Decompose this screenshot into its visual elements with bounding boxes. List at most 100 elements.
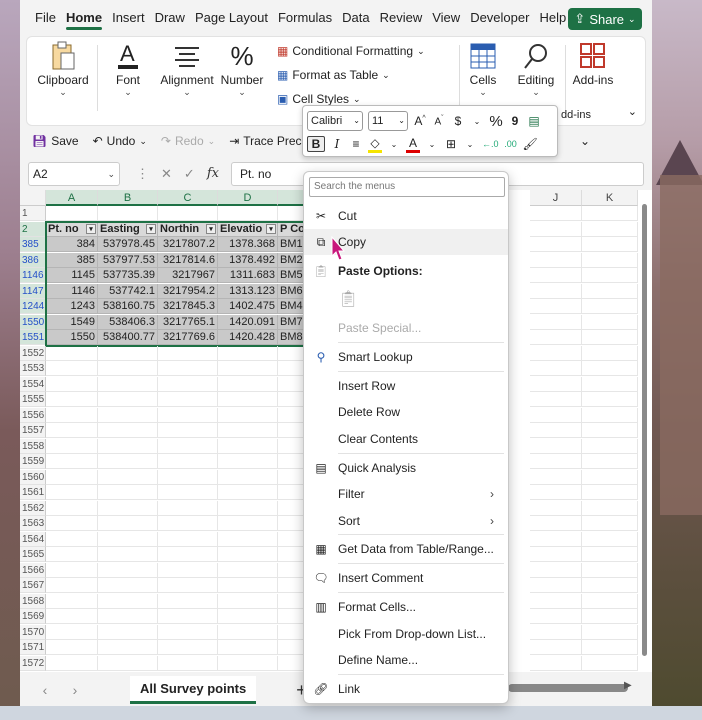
currency-format-icon[interactable]: $ [451, 114, 465, 128]
column-header-d[interactable]: D [218, 190, 278, 206]
table-cell[interactable] [98, 206, 158, 221]
table-cell[interactable] [218, 516, 278, 531]
table-cell[interactable] [218, 500, 278, 516]
table-cell[interactable]: 1378.492 [218, 252, 278, 268]
menu-item-format-cells[interactable]: ▥ Format Cells... [304, 594, 508, 620]
table-cell[interactable] [98, 609, 158, 624]
table-cell[interactable] [218, 547, 278, 562]
table-cell[interactable]: BM7 [278, 314, 304, 330]
table-cell[interactable] [278, 500, 304, 516]
table-cell[interactable] [582, 485, 638, 500]
filter-dropdown-icon[interactable]: ▾ [146, 223, 156, 234]
table-cell[interactable] [582, 221, 638, 237]
menu-item-insert-comment[interactable]: 🗨︎ Insert Comment [304, 565, 508, 591]
table-cell[interactable] [158, 531, 218, 547]
table-cell[interactable] [530, 221, 582, 237]
table-cell[interactable] [46, 562, 98, 578]
table-header-cell[interactable]: P Co [278, 221, 304, 237]
table-cell[interactable] [582, 361, 638, 376]
table-cell[interactable] [278, 438, 304, 454]
menu-item-cut[interactable]: ✂ Cut [304, 203, 508, 229]
chevron-right-icon[interactable]: › [60, 682, 90, 698]
table-cell[interactable] [46, 500, 98, 516]
table-cell[interactable] [218, 469, 278, 485]
table-cell[interactable] [218, 423, 278, 438]
borders-icon[interactable]: ⊞ [444, 137, 458, 151]
table-cell[interactable] [530, 345, 582, 361]
table-cell[interactable]: 385 [46, 252, 98, 268]
table-cell[interactable] [278, 454, 304, 469]
row-header[interactable]: 1563 [20, 516, 46, 531]
row-header[interactable]: 1555 [20, 392, 46, 407]
table-cell[interactable] [530, 361, 582, 376]
table-cell[interactable] [582, 376, 638, 392]
vertical-scrollbar[interactable] [640, 196, 648, 666]
row-header[interactable]: 1568 [20, 593, 46, 609]
tab-developer[interactable]: Developer [465, 0, 534, 36]
column-header-e[interactable] [278, 190, 304, 206]
tab-home[interactable]: Home [61, 0, 107, 36]
italic-button[interactable]: I [330, 137, 344, 151]
table-cell[interactable] [530, 268, 582, 283]
row-header[interactable]: 1244 [20, 299, 46, 314]
table-cell[interactable] [218, 454, 278, 469]
row-header[interactable]: 1556 [20, 407, 46, 423]
table-cell[interactable] [46, 485, 98, 500]
format-painter-icon[interactable]: 🖌︎ [523, 137, 538, 151]
table-cell[interactable]: 1313.123 [218, 283, 278, 299]
table-cell[interactable] [530, 485, 582, 500]
table-header-cell[interactable]: Elevatio ▾ [218, 221, 278, 237]
tab-draw[interactable]: Draw [150, 0, 190, 36]
row-header[interactable]: 1571 [20, 640, 46, 655]
align-center-icon[interactable]: ≡ [349, 137, 363, 151]
font-size-dropdown[interactable]: 11 ⌄ [368, 111, 408, 131]
table-cell[interactable] [530, 624, 582, 640]
table-cell[interactable]: BM6 [278, 283, 304, 299]
table-cell[interactable] [158, 407, 218, 423]
row-header[interactable]: 385 [20, 237, 46, 252]
table-cell[interactable]: 1243 [46, 299, 98, 314]
table-cell[interactable] [98, 578, 158, 593]
tab-data[interactable]: Data [337, 0, 374, 36]
table-cell[interactable] [582, 423, 638, 438]
table-cell[interactable]: 537978.45 [98, 237, 158, 252]
table-cell[interactable]: 3217769.6 [158, 330, 218, 345]
table-cell[interactable] [218, 485, 278, 500]
table-cell[interactable] [46, 531, 98, 547]
table-cell[interactable] [98, 531, 158, 547]
column-header-a[interactable]: A [46, 190, 98, 206]
table-cell[interactable] [530, 500, 582, 516]
tab-help[interactable]: Help [534, 0, 571, 36]
cancel-icon[interactable]: ✕ [161, 166, 172, 182]
table-cell[interactable] [530, 655, 582, 671]
tab-file[interactable]: File [30, 0, 61, 36]
table-cell[interactable] [530, 206, 582, 221]
table-cell[interactable] [46, 438, 98, 454]
trace-precedents-button[interactable]: ⇥ Trace Prece [229, 134, 308, 148]
table-cell[interactable] [582, 655, 638, 671]
tab-review[interactable]: Review [375, 0, 428, 36]
menu-item-get-data[interactable]: ▦ Get Data from Table/Range... [304, 536, 508, 562]
table-cell[interactable] [46, 578, 98, 593]
table-cell[interactable] [530, 469, 582, 485]
table-cell[interactable] [582, 237, 638, 252]
table-cell[interactable] [278, 485, 304, 500]
table-cell[interactable] [582, 268, 638, 283]
column-header-c[interactable]: C [158, 190, 218, 206]
table-cell[interactable] [530, 237, 582, 252]
table-cell[interactable] [530, 283, 582, 299]
table-cell[interactable] [46, 206, 98, 221]
row-header[interactable]: 1553 [20, 361, 46, 376]
table-cell[interactable] [218, 531, 278, 547]
table-cell[interactable] [582, 624, 638, 640]
table-cell[interactable] [158, 609, 218, 624]
table-cell[interactable] [218, 562, 278, 578]
table-cell[interactable] [98, 562, 158, 578]
chevron-down-icon[interactable]: ⌄ [387, 140, 401, 149]
table-cell[interactable]: 1549 [46, 314, 98, 330]
decrease-decimal-icon[interactable]: ←.0 [482, 139, 499, 149]
table-cell[interactable] [582, 593, 638, 609]
table-cell[interactable] [158, 438, 218, 454]
tab-page-layout[interactable]: Page Layout [190, 0, 273, 36]
table-cell[interactable] [582, 578, 638, 593]
